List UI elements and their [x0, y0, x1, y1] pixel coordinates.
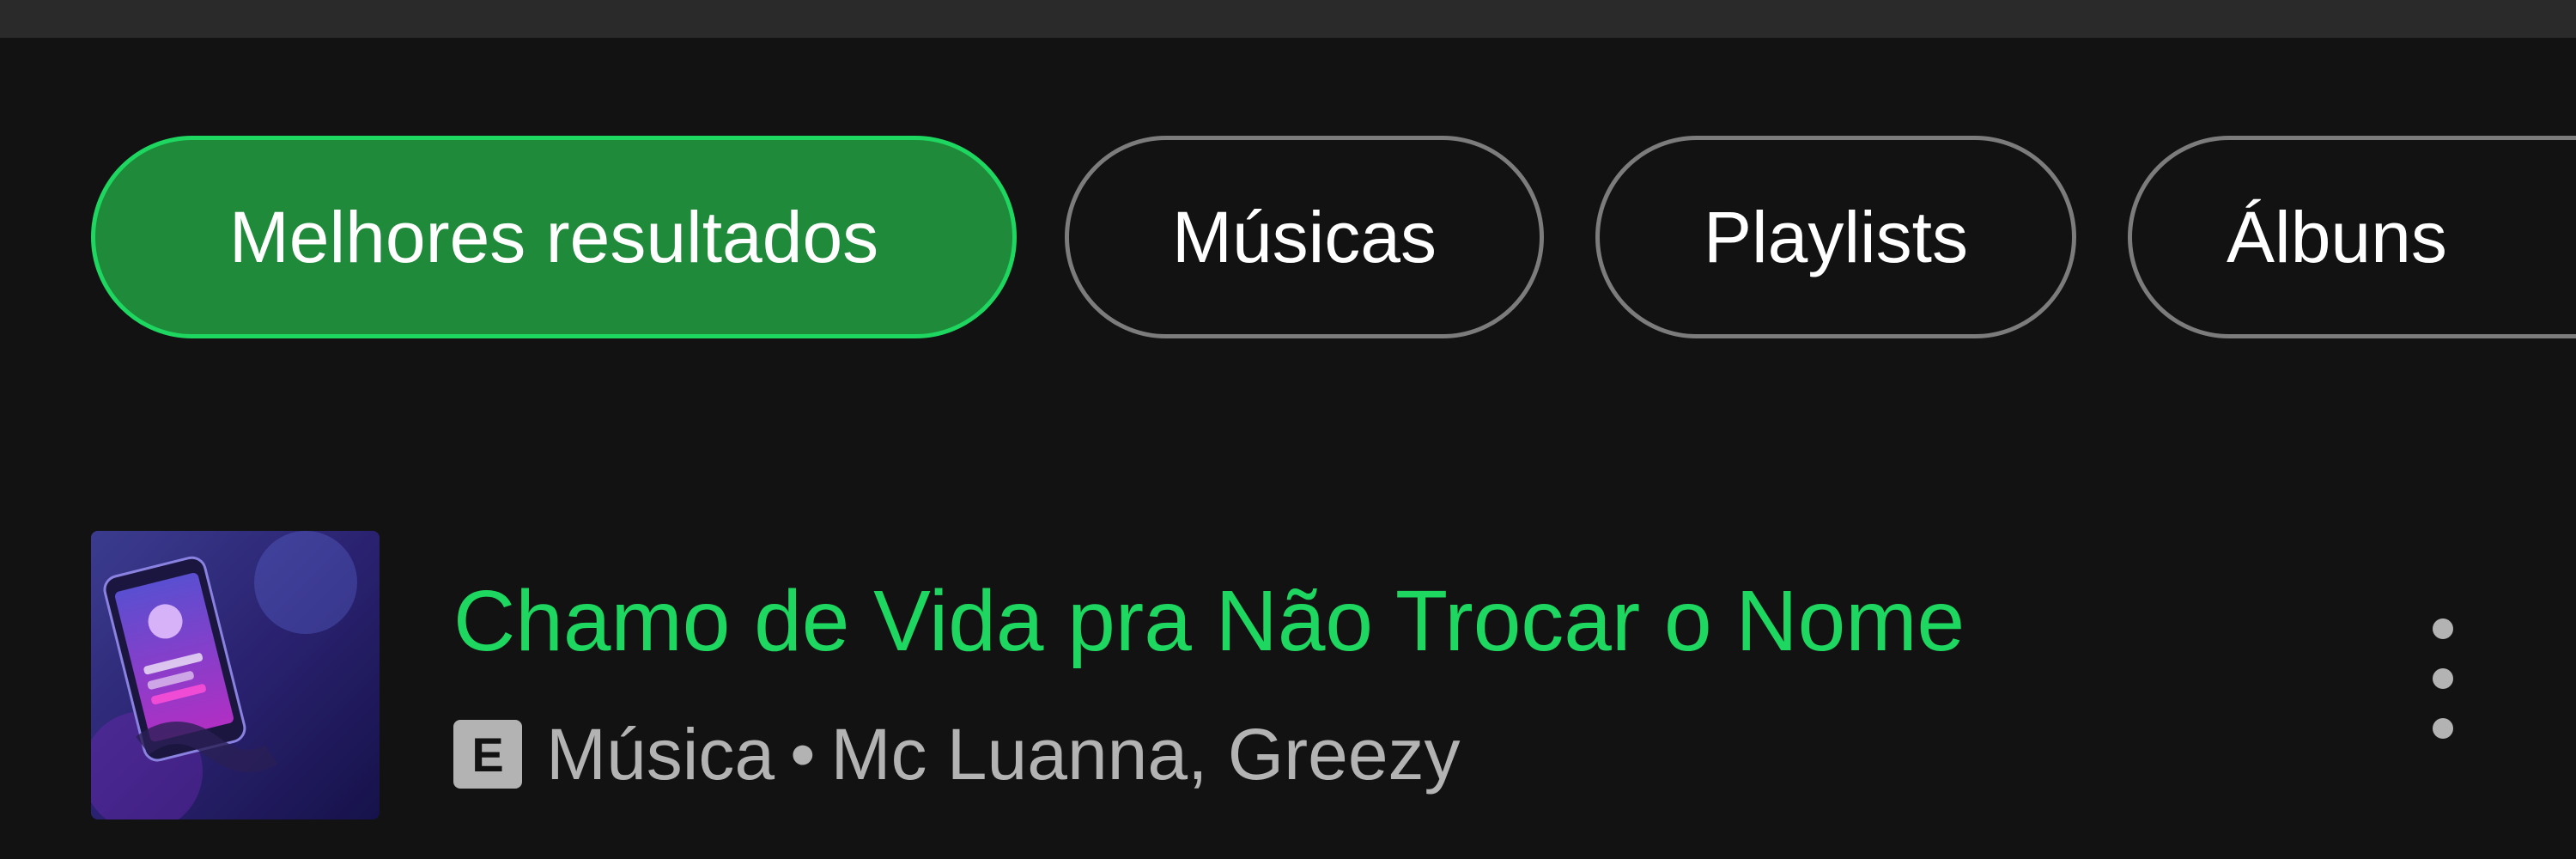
filter-chip-label: Playlists — [1703, 196, 1969, 277]
more-vertical-icon — [2433, 718, 2453, 739]
more-vertical-icon — [2433, 618, 2453, 639]
result-artists[interactable]: Mc Luanna, Greezy — [831, 713, 1461, 796]
result-meta: E Música • Mc Luanna, Greezy — [453, 711, 1461, 797]
filter-chip-label: Álbuns — [2227, 196, 2447, 277]
more-vertical-icon — [2433, 668, 2453, 689]
filter-chip-playlists[interactable]: Playlists — [1595, 136, 2076, 338]
meta-separator: • — [790, 713, 816, 795]
filter-chip-musicas[interactable]: Músicas — [1065, 136, 1544, 338]
filter-chip-label: Melhores resultados — [228, 196, 879, 277]
explicit-icon: E — [453, 720, 522, 789]
filter-chips: Melhores resultados Músicas Playlists Ál… — [0, 0, 2576, 361]
filter-chip-melhores-resultados[interactable]: Melhores resultados — [91, 136, 1017, 338]
result-title[interactable]: Chamo de Vida pra Não Trocar o Nome — [453, 572, 1965, 671]
search-result-row[interactable]: Chamo de Vida pra Não Trocar o Nome E Mú… — [0, 515, 2576, 825]
filter-chip-albuns[interactable]: Álbuns — [2128, 136, 2576, 338]
more-options-button[interactable] — [2413, 601, 2473, 756]
filter-chip-label: Músicas — [1171, 196, 1437, 277]
album-cover-art — [91, 531, 380, 819]
result-type: Música — [546, 713, 775, 795]
album-cover — [91, 531, 380, 819]
